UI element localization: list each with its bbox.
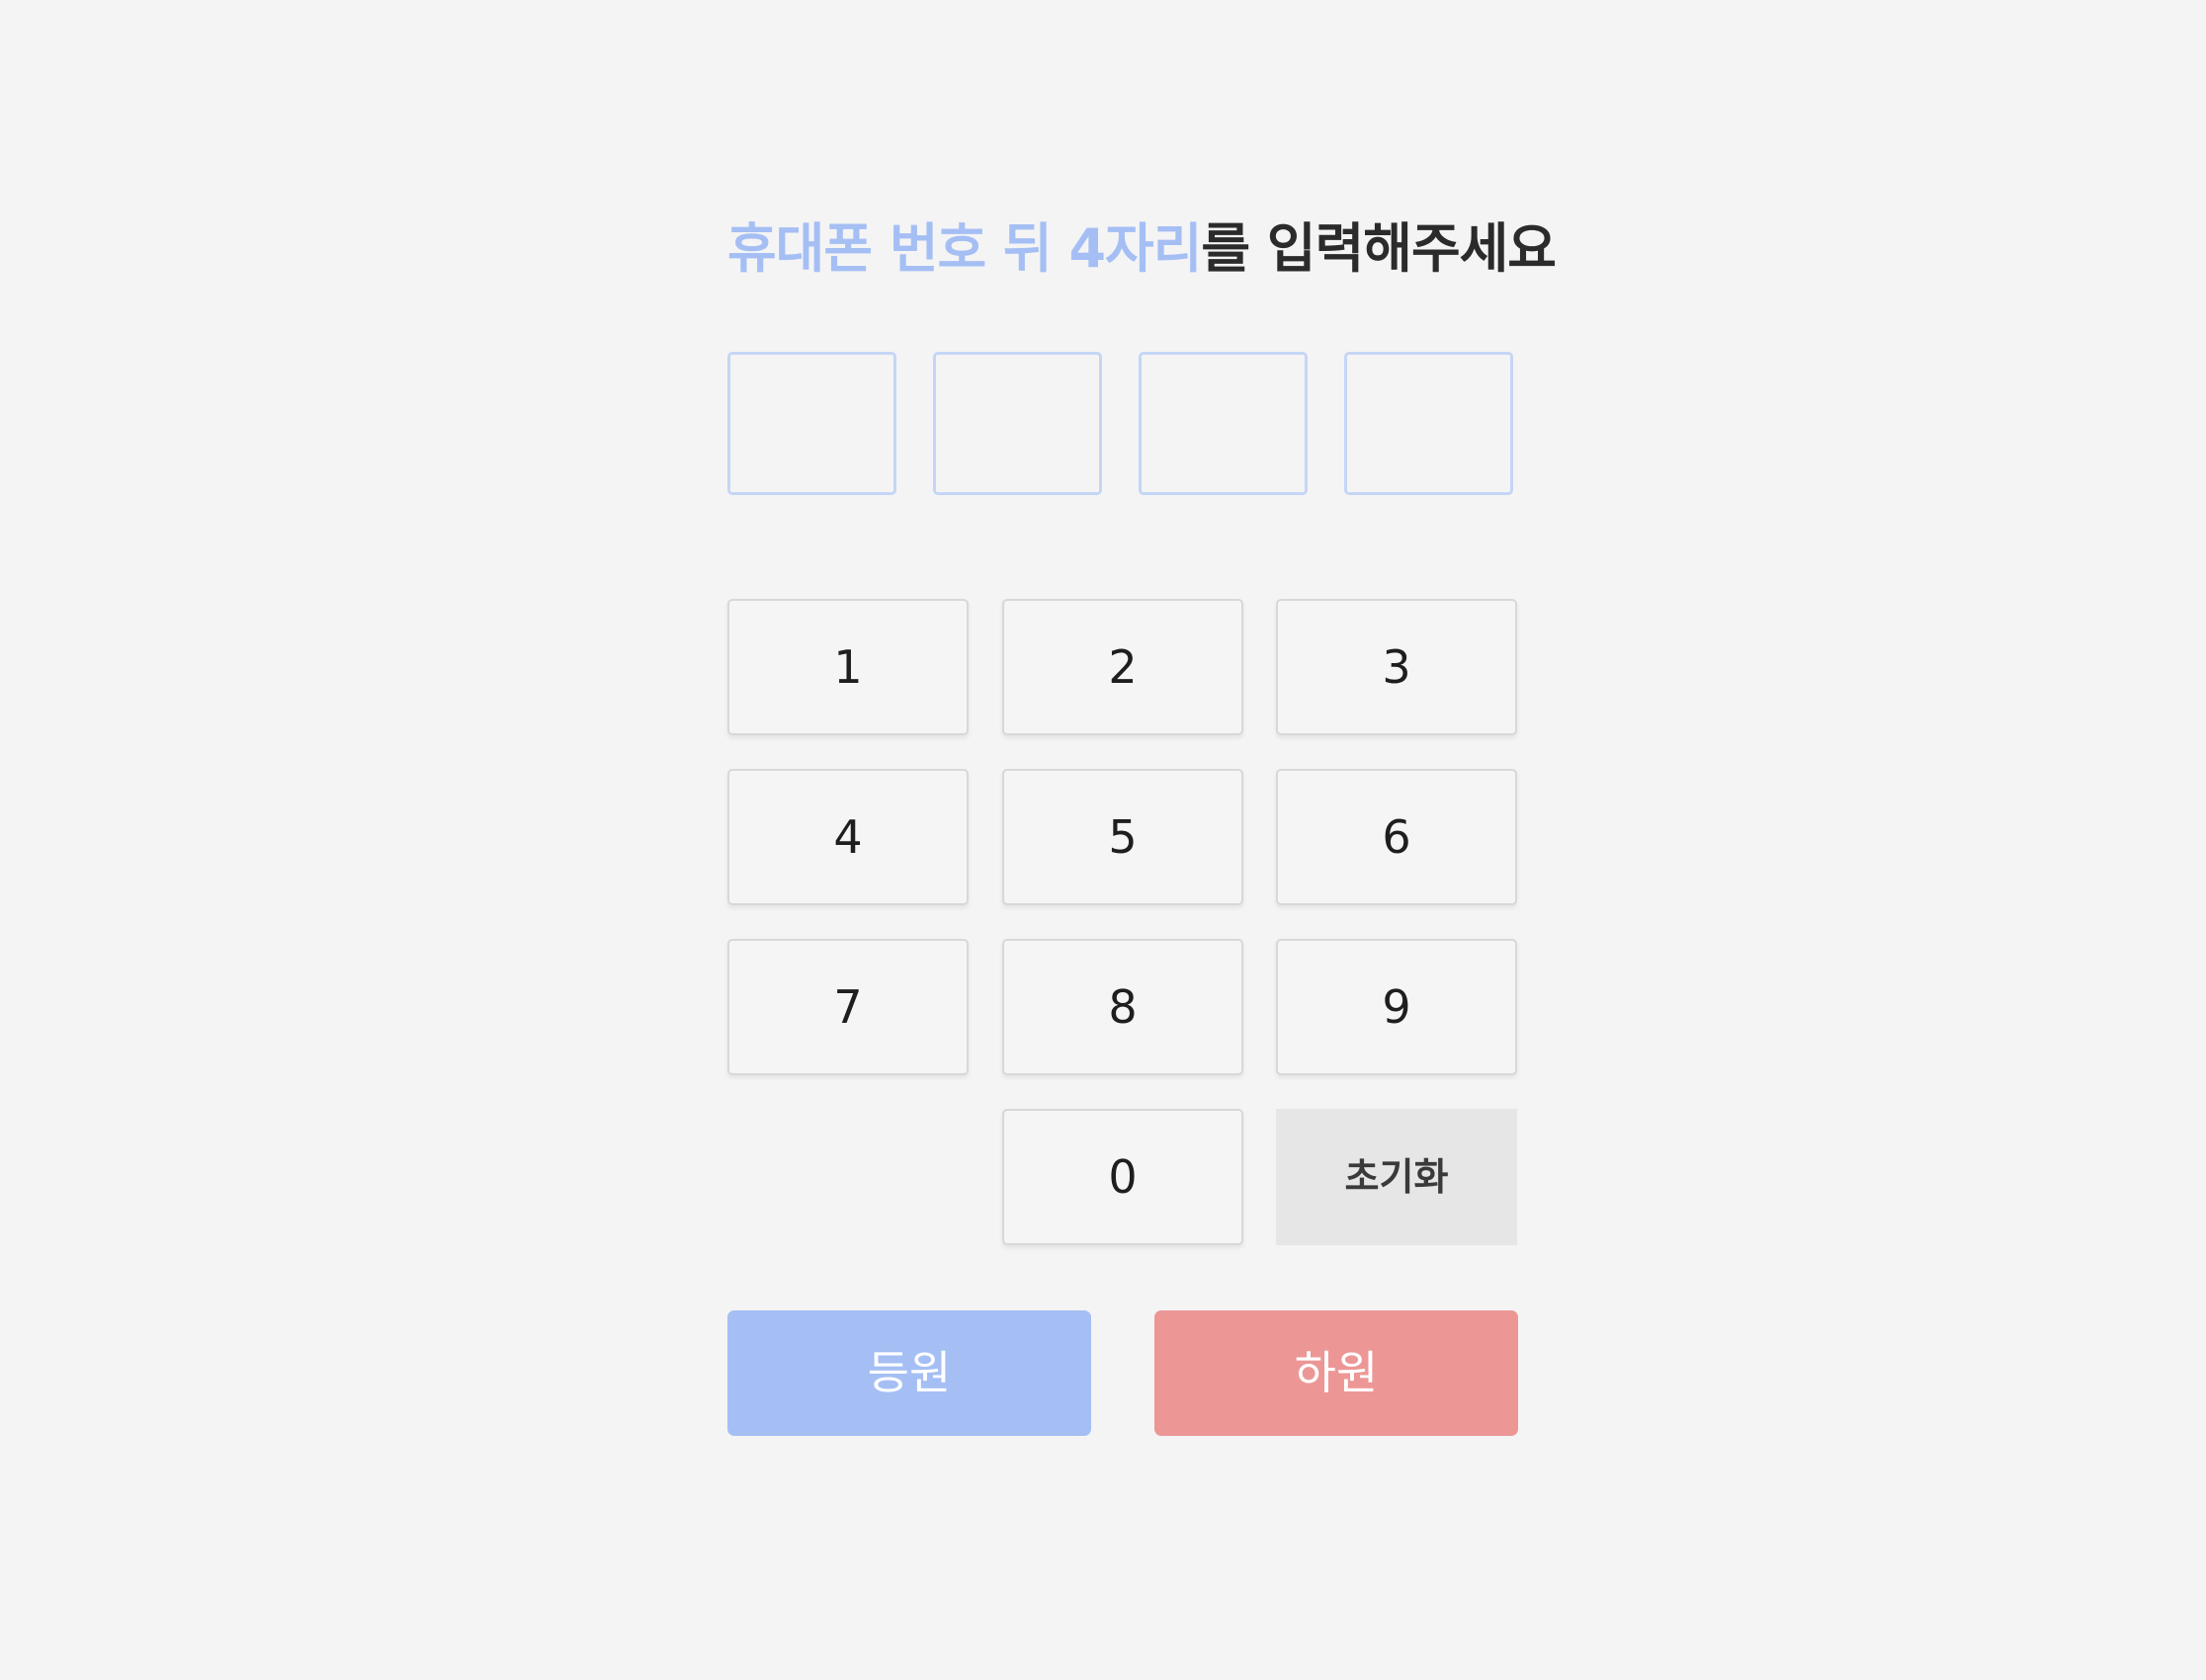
pin-digit-4	[1344, 352, 1513, 495]
pin-digit-1	[727, 352, 896, 495]
keypad-key-1[interactable]: 1	[727, 599, 969, 735]
keypad-key-0[interactable]: 0	[1002, 1109, 1243, 1245]
pin-digit-3	[1139, 352, 1308, 495]
keypad-key-6[interactable]: 6	[1276, 769, 1517, 905]
title-rest: 를 입력해주세요	[1201, 217, 1557, 280]
keypad-key-2[interactable]: 2	[1002, 599, 1243, 735]
reset-button[interactable]: 초기화	[1276, 1109, 1517, 1245]
keypad-key-9[interactable]: 9	[1276, 939, 1517, 1075]
check-out-button[interactable]: 하원	[1154, 1310, 1518, 1436]
check-in-button[interactable]: 등원	[727, 1310, 1091, 1436]
keypad-key-3[interactable]: 3	[1276, 599, 1517, 735]
pin-digit-2	[933, 352, 1102, 495]
title-highlight: 휴대폰 번호 뒤 4자리	[727, 217, 1202, 280]
keypad-key-7[interactable]: 7	[727, 939, 969, 1075]
page-title: 휴대폰 번호 뒤 4자리를 입력해주세요	[727, 208, 1557, 291]
keypad-key-4[interactable]: 4	[727, 769, 969, 905]
keypad-key-8[interactable]: 8	[1002, 939, 1243, 1075]
keypad-key-5[interactable]: 5	[1002, 769, 1243, 905]
